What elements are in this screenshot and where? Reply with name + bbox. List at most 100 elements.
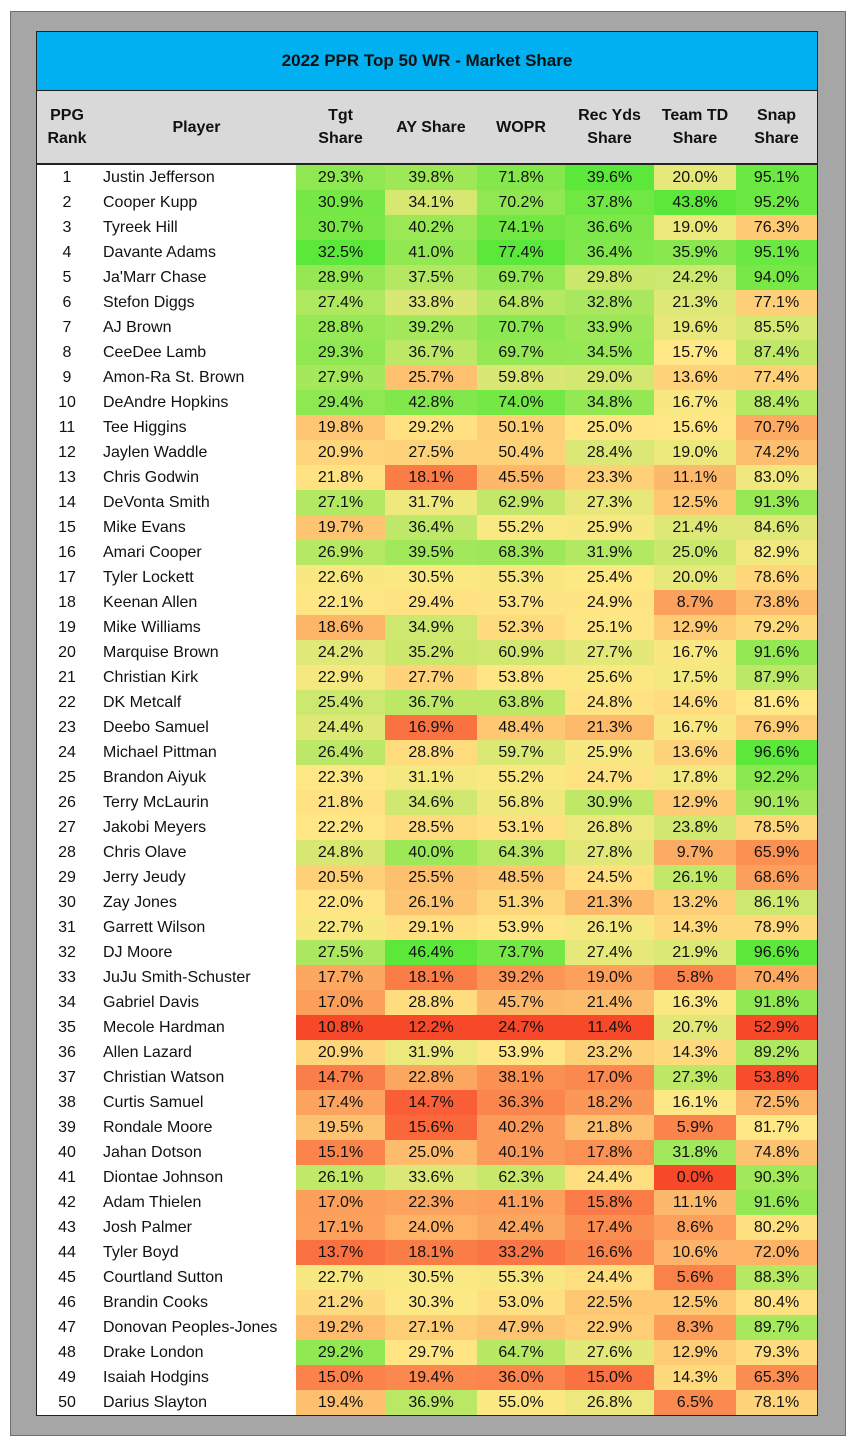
- cell-snap-share[interactable]: 95.2%: [736, 190, 817, 215]
- cell-team-td-share[interactable]: 15.6%: [654, 415, 736, 440]
- cell-team-td-share[interactable]: 21.9%: [654, 940, 736, 965]
- cell-tgt-share[interactable]: 19.2%: [296, 1315, 385, 1340]
- cell-rec-yds-share[interactable]: 29.0%: [565, 365, 654, 390]
- cell-ay-share[interactable]: 42.8%: [385, 390, 477, 415]
- cell-ay-share[interactable]: 35.2%: [385, 640, 477, 665]
- cell-ppg-rank[interactable]: 23: [37, 715, 97, 740]
- cell-ay-share[interactable]: 36.4%: [385, 515, 477, 540]
- cell-team-td-share[interactable]: 23.8%: [654, 815, 736, 840]
- cell-snap-share[interactable]: 76.3%: [736, 215, 817, 240]
- cell-tgt-share[interactable]: 15.1%: [296, 1140, 385, 1165]
- cell-wopr[interactable]: 63.8%: [477, 690, 565, 715]
- cell-rec-yds-share[interactable]: 34.8%: [565, 390, 654, 415]
- cell-tgt-share[interactable]: 22.0%: [296, 890, 385, 915]
- cell-ppg-rank[interactable]: 50: [37, 1390, 97, 1415]
- cell-snap-share[interactable]: 86.1%: [736, 890, 817, 915]
- cell-wopr[interactable]: 64.8%: [477, 290, 565, 315]
- cell-rec-yds-share[interactable]: 25.0%: [565, 415, 654, 440]
- cell-ppg-rank[interactable]: 38: [37, 1090, 97, 1115]
- cell-rec-yds-share[interactable]: 24.5%: [565, 865, 654, 890]
- cell-ppg-rank[interactable]: 41: [37, 1165, 97, 1190]
- cell-player[interactable]: Jaylen Waddle: [97, 440, 296, 465]
- cell-tgt-share[interactable]: 27.1%: [296, 490, 385, 515]
- cell-wopr[interactable]: 45.7%: [477, 990, 565, 1015]
- cell-snap-share[interactable]: 78.6%: [736, 565, 817, 590]
- cell-snap-share[interactable]: 73.8%: [736, 590, 817, 615]
- cell-wopr[interactable]: 52.3%: [477, 615, 565, 640]
- cell-rec-yds-share[interactable]: 30.9%: [565, 790, 654, 815]
- cell-player[interactable]: Mecole Hardman: [97, 1015, 296, 1040]
- cell-ay-share[interactable]: 24.0%: [385, 1215, 477, 1240]
- cell-rec-yds-share[interactable]: 26.8%: [565, 1390, 654, 1415]
- cell-ppg-rank[interactable]: 8: [37, 340, 97, 365]
- cell-rec-yds-share[interactable]: 26.8%: [565, 815, 654, 840]
- cell-tgt-share[interactable]: 29.3%: [296, 340, 385, 365]
- cell-tgt-share[interactable]: 21.8%: [296, 465, 385, 490]
- cell-snap-share[interactable]: 90.3%: [736, 1165, 817, 1190]
- cell-ppg-rank[interactable]: 6: [37, 290, 97, 315]
- cell-rec-yds-share[interactable]: 31.9%: [565, 540, 654, 565]
- header-player[interactable]: Player: [97, 91, 296, 165]
- cell-ppg-rank[interactable]: 18: [37, 590, 97, 615]
- cell-tgt-share[interactable]: 20.9%: [296, 1040, 385, 1065]
- cell-player[interactable]: Curtis Samuel: [97, 1090, 296, 1115]
- cell-team-td-share[interactable]: 20.7%: [654, 1015, 736, 1040]
- cell-player[interactable]: DK Metcalf: [97, 690, 296, 715]
- cell-wopr[interactable]: 40.1%: [477, 1140, 565, 1165]
- cell-tgt-share[interactable]: 22.7%: [296, 915, 385, 940]
- cell-rec-yds-share[interactable]: 17.0%: [565, 1065, 654, 1090]
- cell-player[interactable]: Justin Jefferson: [97, 164, 296, 190]
- cell-wopr[interactable]: 68.3%: [477, 540, 565, 565]
- cell-rec-yds-share[interactable]: 17.4%: [565, 1215, 654, 1240]
- cell-player[interactable]: Zay Jones: [97, 890, 296, 915]
- cell-team-td-share[interactable]: 19.6%: [654, 315, 736, 340]
- cell-tgt-share[interactable]: 15.0%: [296, 1365, 385, 1390]
- cell-player[interactable]: Garrett Wilson: [97, 915, 296, 940]
- cell-snap-share[interactable]: 96.6%: [736, 940, 817, 965]
- cell-rec-yds-share[interactable]: 27.6%: [565, 1340, 654, 1365]
- cell-player[interactable]: Jakobi Meyers: [97, 815, 296, 840]
- cell-wopr[interactable]: 70.7%: [477, 315, 565, 340]
- cell-snap-share[interactable]: 95.1%: [736, 164, 817, 190]
- cell-tgt-share[interactable]: 13.7%: [296, 1240, 385, 1265]
- cell-wopr[interactable]: 70.2%: [477, 190, 565, 215]
- cell-rec-yds-share[interactable]: 27.8%: [565, 840, 654, 865]
- cell-player[interactable]: Brandin Cooks: [97, 1290, 296, 1315]
- cell-player[interactable]: Ja'Marr Chase: [97, 265, 296, 290]
- cell-player[interactable]: Darius Slayton: [97, 1390, 296, 1415]
- cell-rec-yds-share[interactable]: 28.4%: [565, 440, 654, 465]
- cell-ppg-rank[interactable]: 3: [37, 215, 97, 240]
- cell-ay-share[interactable]: 29.1%: [385, 915, 477, 940]
- cell-ay-share[interactable]: 25.0%: [385, 1140, 477, 1165]
- cell-tgt-share[interactable]: 27.4%: [296, 290, 385, 315]
- header-rec-yds-share[interactable]: Rec Yds Share: [565, 91, 654, 165]
- cell-tgt-share[interactable]: 20.9%: [296, 440, 385, 465]
- cell-ay-share[interactable]: 33.6%: [385, 1165, 477, 1190]
- cell-team-td-share[interactable]: 12.9%: [654, 615, 736, 640]
- cell-team-td-share[interactable]: 11.1%: [654, 1190, 736, 1215]
- cell-rec-yds-share[interactable]: 23.2%: [565, 1040, 654, 1065]
- cell-wopr[interactable]: 33.2%: [477, 1240, 565, 1265]
- cell-ay-share[interactable]: 29.7%: [385, 1340, 477, 1365]
- cell-wopr[interactable]: 69.7%: [477, 265, 565, 290]
- cell-ay-share[interactable]: 39.8%: [385, 164, 477, 190]
- cell-rec-yds-share[interactable]: 37.8%: [565, 190, 654, 215]
- cell-wopr[interactable]: 59.7%: [477, 740, 565, 765]
- cell-team-td-share[interactable]: 16.7%: [654, 640, 736, 665]
- cell-tgt-share[interactable]: 29.4%: [296, 390, 385, 415]
- cell-ay-share[interactable]: 18.1%: [385, 465, 477, 490]
- cell-team-td-share[interactable]: 31.8%: [654, 1140, 736, 1165]
- cell-snap-share[interactable]: 95.1%: [736, 240, 817, 265]
- cell-ay-share[interactable]: 28.8%: [385, 990, 477, 1015]
- cell-ay-share[interactable]: 12.2%: [385, 1015, 477, 1040]
- cell-rec-yds-share[interactable]: 32.8%: [565, 290, 654, 315]
- cell-player[interactable]: Davante Adams: [97, 240, 296, 265]
- cell-tgt-share[interactable]: 10.8%: [296, 1015, 385, 1040]
- cell-tgt-share[interactable]: 22.2%: [296, 815, 385, 840]
- cell-wopr[interactable]: 36.3%: [477, 1090, 565, 1115]
- cell-player[interactable]: Allen Lazard: [97, 1040, 296, 1065]
- cell-rec-yds-share[interactable]: 21.8%: [565, 1115, 654, 1140]
- cell-rec-yds-share[interactable]: 27.3%: [565, 490, 654, 515]
- cell-snap-share[interactable]: 87.9%: [736, 665, 817, 690]
- cell-ay-share[interactable]: 34.9%: [385, 615, 477, 640]
